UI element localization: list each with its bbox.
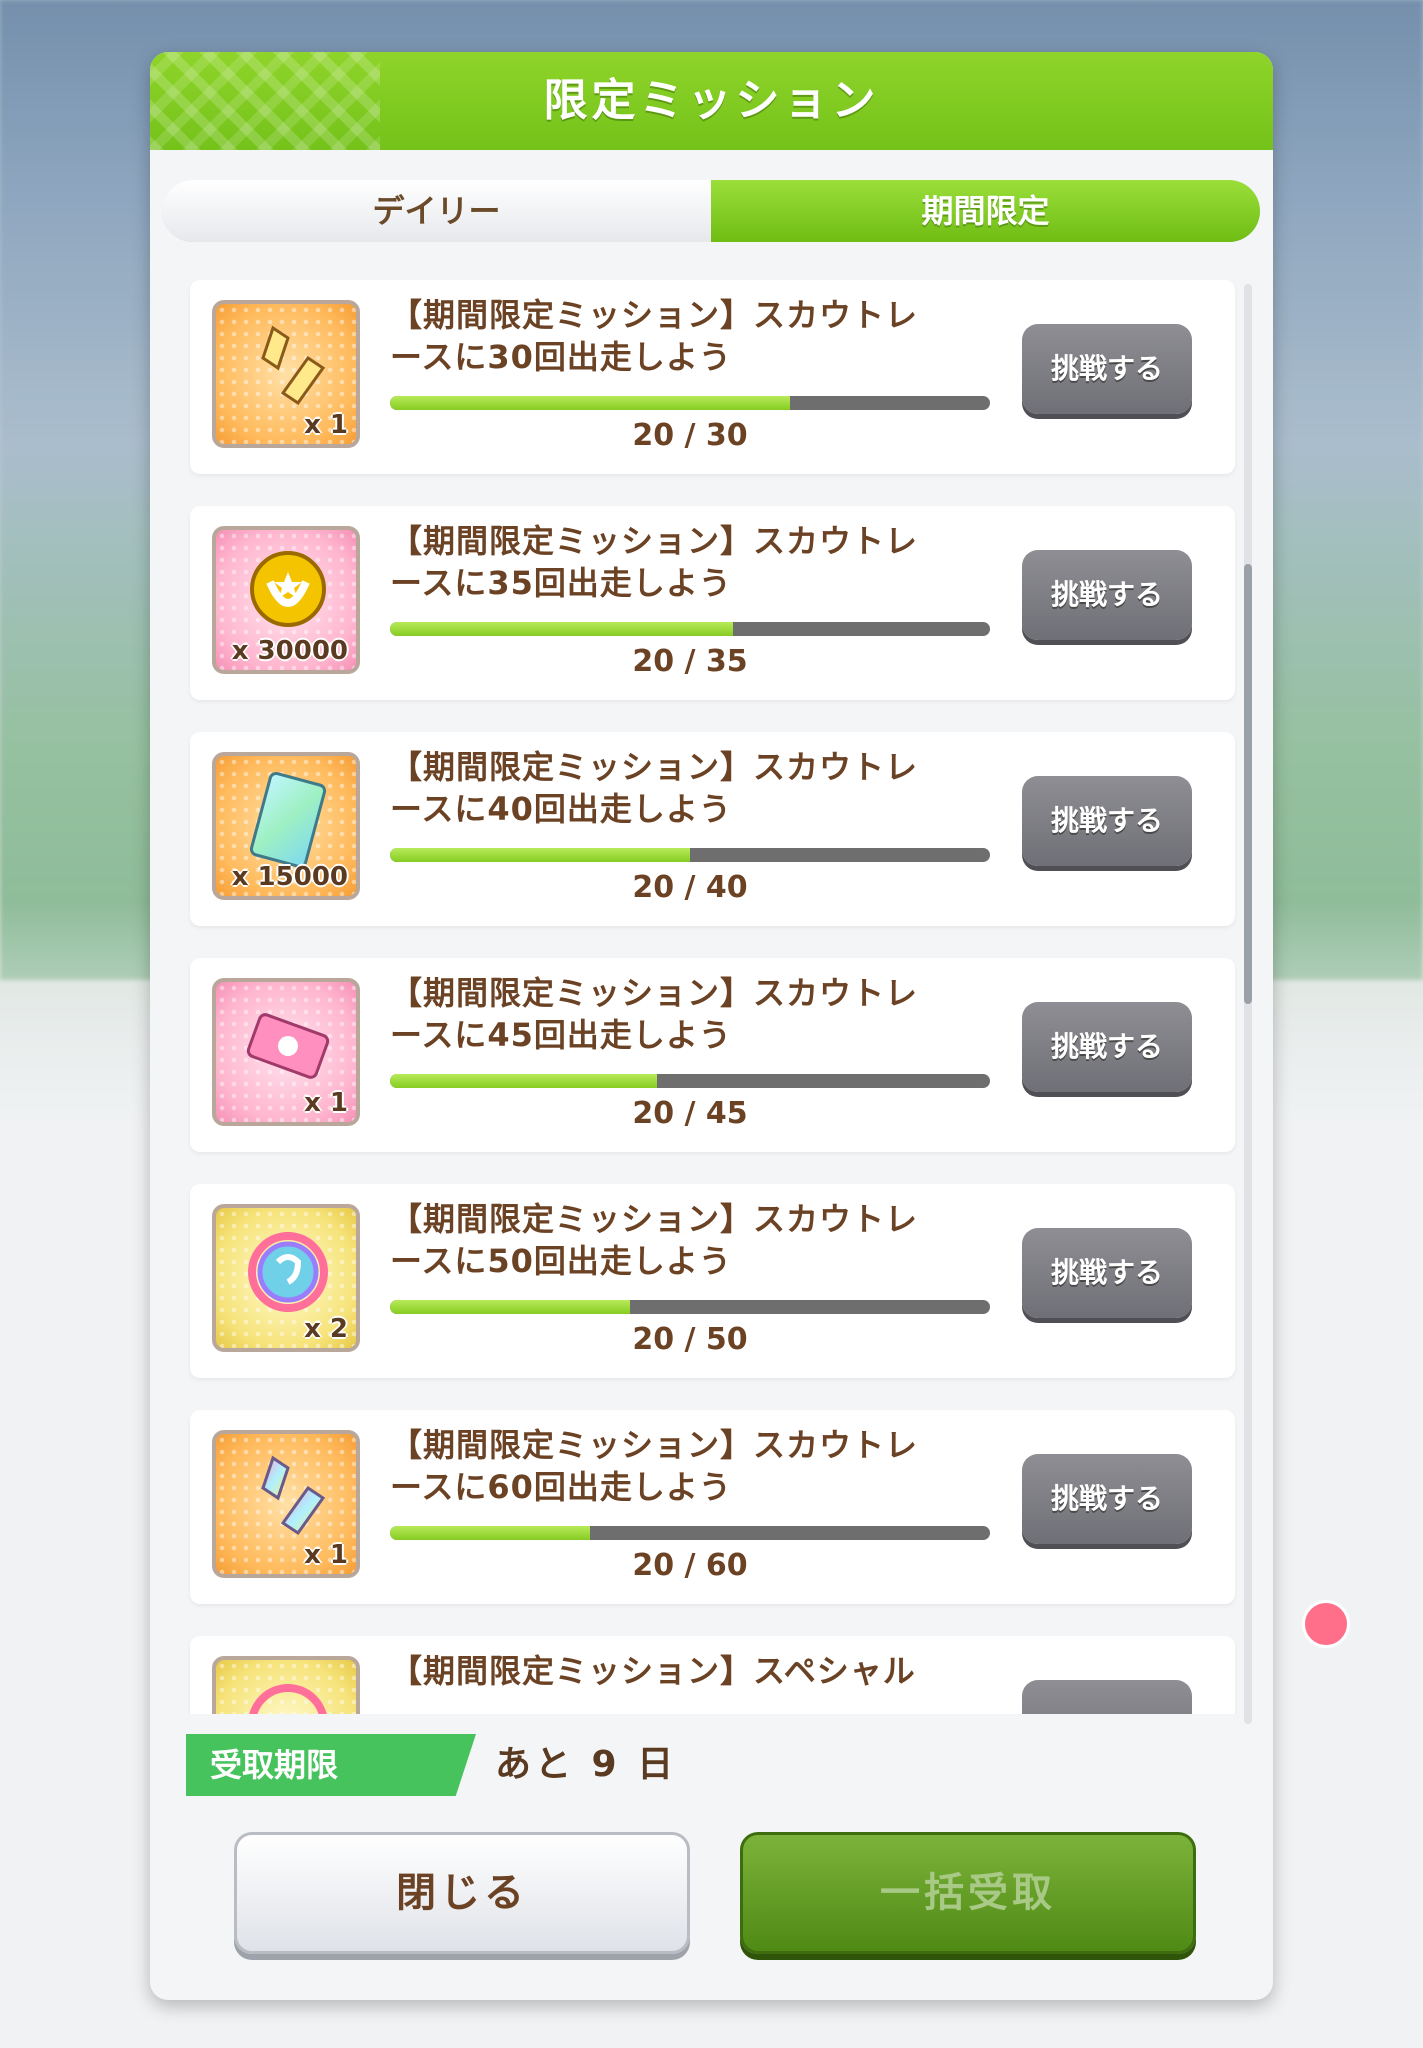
mission-card: x 30000 【期間限定ミッション】スカウトレ ースに35回出走しよう 20 /… bbox=[190, 506, 1235, 700]
challenge-button[interactable]: 挑戦する bbox=[1022, 550, 1192, 640]
mission-title: 【期間限定ミッション】スカウトレ ースに35回出走しよう bbox=[390, 522, 919, 602]
crystal-icon bbox=[261, 325, 326, 406]
progress-bar bbox=[390, 622, 990, 636]
tab-bar: デイリー 期間限定 bbox=[162, 180, 1260, 242]
reward-box: x 1 bbox=[212, 978, 360, 1126]
progress-bar bbox=[390, 848, 990, 862]
reward-box: x 1 bbox=[212, 300, 360, 448]
mission-card: x 1 【期間限定ミッション】スカウトレ ースに60回出走しよう 20 / 60 … bbox=[190, 1410, 1235, 1604]
reward-quantity: x 2 bbox=[304, 1314, 348, 1344]
tab-daily[interactable]: デイリー bbox=[162, 180, 711, 242]
reward-quantity: x 1 bbox=[304, 1088, 348, 1118]
progress-count: 20 / 45 bbox=[632, 1096, 748, 1131]
progress-bar bbox=[390, 1300, 990, 1314]
claim-all-button[interactable]: 一括受取 bbox=[740, 1832, 1196, 1954]
rainbow-clock-icon bbox=[249, 1684, 327, 1714]
mission-title: 【期間限定ミッション】スカウトレ ースに45回出走しよう bbox=[390, 974, 919, 1054]
progress-count: 20 / 40 bbox=[632, 870, 748, 905]
scrollbar-track[interactable] bbox=[1244, 284, 1252, 1724]
rainbow-clock-icon bbox=[248, 1232, 328, 1312]
challenge-button[interactable]: 挑戦する bbox=[1022, 1454, 1192, 1544]
mission-dialog: 限定ミッション デイリー 期間限定 x 1 【期間限定ミッション】スカウトレ ース… bbox=[150, 52, 1273, 2000]
mission-list[interactable]: x 1 【期間限定ミッション】スカウトレ ースに30回出走しよう 20 / 30 … bbox=[180, 262, 1250, 1714]
mission-card: x 2 【期間限定ミッション】スカウトレ ースに50回出走しよう 20 / 50 … bbox=[190, 1184, 1235, 1378]
deadline-label: 受取期限 bbox=[186, 1734, 476, 1796]
rainbow-ticket-icon bbox=[249, 772, 327, 868]
mission-title: 【期間限定ミッション】スカウトレ ースに50回出走しよう bbox=[390, 1200, 919, 1280]
close-button[interactable]: 閉じる bbox=[234, 1832, 690, 1954]
reward-quantity: x 30000 bbox=[231, 636, 348, 666]
reward-box: x 30000 bbox=[212, 526, 360, 674]
challenge-button[interactable]: 挑戦する bbox=[1022, 1002, 1192, 1092]
mission-title: 【期間限定ミッション】スカウトレ ースに40回出走しよう bbox=[390, 748, 919, 828]
reward-box: x 1 bbox=[212, 1430, 360, 1578]
mission-card: x 15000 【期間限定ミッション】スカウトレ ースに40回出走しよう 20 /… bbox=[190, 732, 1235, 926]
dialog-title: 限定ミッション bbox=[543, 75, 880, 126]
progress-count: 20 / 50 bbox=[632, 1322, 748, 1357]
mission-title: 【期間限定ミッション】スカウトレ ースに30回出走しよう bbox=[390, 296, 919, 376]
reward-box: x 15000 bbox=[212, 752, 360, 900]
reward-quantity: x 1 bbox=[304, 1540, 348, 1570]
mission-title: 【期間限定ミッション】スカウトレ ースに60回出走しよう bbox=[390, 1426, 919, 1506]
reward-quantity: x 15000 bbox=[231, 862, 348, 892]
scrollbar-thumb[interactable] bbox=[1244, 564, 1252, 1004]
reward-box bbox=[212, 1656, 360, 1714]
progress-bar bbox=[390, 1526, 990, 1540]
mission-card: x 1 【期間限定ミッション】スカウトレ ースに45回出走しよう 20 / 45 … bbox=[190, 958, 1235, 1152]
challenge-button[interactable]: 挑戦する bbox=[1022, 776, 1192, 866]
tab-limited-time[interactable]: 期間限定 bbox=[711, 180, 1260, 242]
notification-badge bbox=[1302, 1600, 1350, 1648]
challenge-button[interactable] bbox=[1022, 1680, 1192, 1714]
progress-bar bbox=[390, 396, 990, 410]
pink-ticket-icon bbox=[246, 1013, 330, 1079]
deadline-value: あと 9 日 bbox=[495, 1744, 678, 1785]
reward-quantity: x 1 bbox=[304, 410, 348, 440]
dialog-header: 限定ミッション bbox=[150, 52, 1273, 150]
mission-card: 【期間限定ミッション】スペシャル bbox=[190, 1636, 1235, 1714]
challenge-button[interactable]: 挑戦する bbox=[1022, 324, 1192, 414]
challenge-button[interactable]: 挑戦する bbox=[1022, 1228, 1192, 1318]
progress-bar bbox=[390, 1074, 990, 1088]
progress-count: 20 / 30 bbox=[632, 418, 748, 453]
rainbow-crystal-icon bbox=[261, 1455, 326, 1536]
progress-count: 20 / 60 bbox=[632, 1548, 748, 1583]
gold-coin-icon bbox=[250, 551, 326, 627]
reward-box: x 2 bbox=[212, 1204, 360, 1352]
progress-count: 20 / 35 bbox=[632, 644, 748, 679]
mission-title: 【期間限定ミッション】スペシャル bbox=[390, 1652, 916, 1690]
mission-card: x 1 【期間限定ミッション】スカウトレ ースに30回出走しよう 20 / 30 … bbox=[190, 280, 1235, 474]
